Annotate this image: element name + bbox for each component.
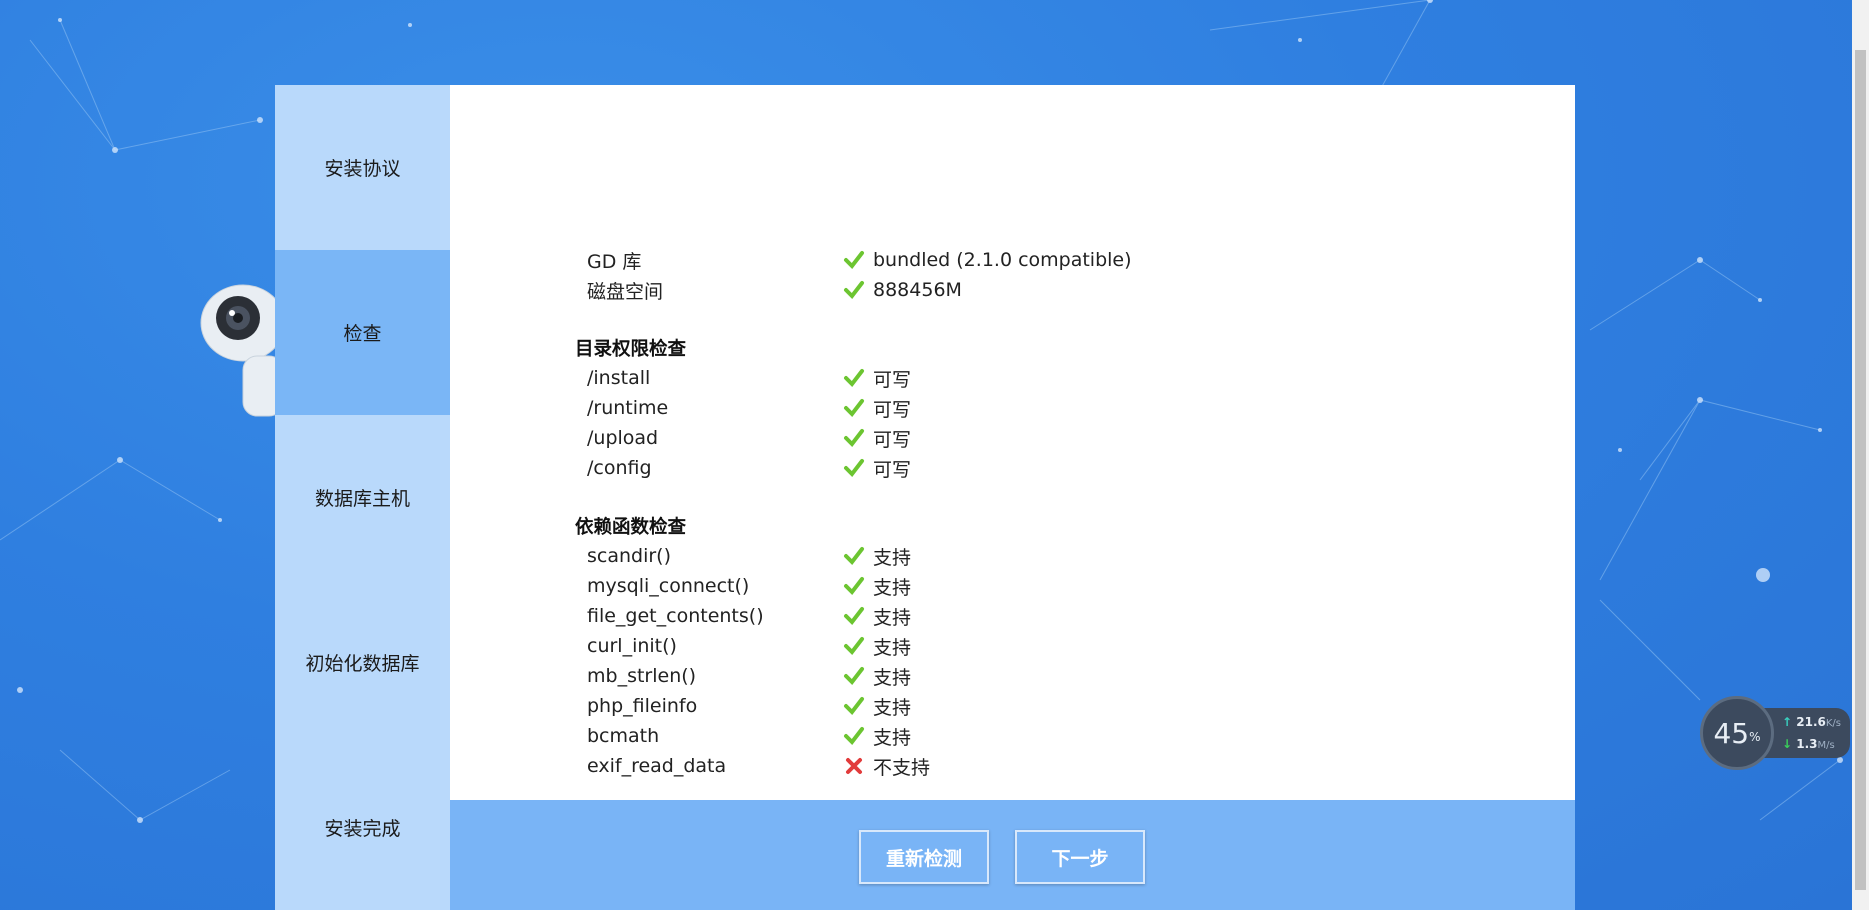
download-unit: M/s — [1817, 740, 1835, 751]
check-name: /config — [587, 457, 652, 479]
check-row: /runtime 可写 — [587, 393, 911, 423]
check-value: 支持 — [873, 636, 912, 659]
check-row: /config 可写 — [587, 453, 911, 483]
check-value: 支持 — [873, 606, 912, 629]
check-row: file_get_contents() 支持 — [587, 601, 911, 631]
next-step-button[interactable]: 下一步 — [1015, 830, 1145, 884]
check-value: 可写 — [873, 368, 912, 391]
section-title-directory: 目录权限检查 — [575, 339, 687, 360]
check-value: 支持 — [873, 666, 912, 689]
memory-usage-gauge: 45% — [1700, 696, 1774, 770]
check-row: mysqli_connect() 支持 — [587, 571, 911, 601]
check-content: GD 库 bundled (2.1.0 compatible) 磁盘空间 888… — [450, 85, 1575, 800]
upload-unit: K/s — [1825, 718, 1841, 729]
sidebar-item-label: 安装协议 — [324, 158, 401, 180]
recheck-button[interactable]: 重新检测 — [859, 830, 989, 884]
check-icon — [844, 727, 864, 746]
check-icon — [844, 251, 864, 270]
check-icon — [844, 281, 864, 300]
step-sidebar: 安装协议 检查 数据库主机 初始化数据库 安装完成 — [275, 85, 450, 910]
check-value: 可写 — [873, 398, 912, 421]
install-panel: 安装协议 检查 数据库主机 初始化数据库 安装完成 GD 库 bundled (… — [275, 85, 1575, 910]
sidebar-item-check[interactable]: 检查 — [275, 250, 450, 415]
check-name: /runtime — [587, 397, 669, 419]
check-row: 磁盘空间 888456M — [587, 275, 962, 305]
check-row: /upload 可写 — [587, 423, 911, 453]
check-name: php_fileinfo — [587, 695, 698, 717]
check-row: bcmath 支持 — [587, 721, 911, 751]
check-icon — [844, 577, 864, 596]
check-icon — [844, 607, 864, 626]
usage-percent-unit: % — [1749, 730, 1761, 744]
check-row: /install 可写 — [587, 363, 911, 393]
check-row: scandir() 支持 — [587, 541, 911, 571]
sidebar-item-label: 检查 — [343, 323, 382, 345]
check-icon — [844, 429, 864, 448]
check-value: 可写 — [873, 428, 912, 451]
check-row: GD 库 bundled (2.1.0 compatible) — [587, 245, 1132, 275]
check-name: 磁盘空间 — [587, 280, 664, 303]
check-value: 支持 — [873, 696, 912, 719]
sidebar-item-label: 安装完成 — [324, 818, 401, 840]
check-value: 可写 — [873, 458, 912, 481]
check-name: file_get_contents() — [587, 605, 764, 627]
check-row: php_fileinfo 支持 — [587, 691, 911, 721]
usage-percent: 45 — [1713, 716, 1750, 750]
sidebar-item-database-host[interactable]: 数据库主机 — [275, 415, 450, 580]
download-arrow-icon: ↓ — [1782, 737, 1793, 751]
check-icon — [844, 637, 864, 656]
check-name: GD 库 — [587, 250, 642, 273]
check-name: scandir() — [587, 545, 672, 567]
check-icon — [844, 667, 864, 686]
check-value: 888456M — [873, 279, 962, 301]
check-icon — [844, 459, 864, 478]
check-name: mysqli_connect() — [587, 575, 750, 597]
check-name: /install — [587, 367, 651, 389]
check-name: exif_read_data — [587, 755, 727, 777]
check-icon — [844, 399, 864, 418]
check-name: bcmath — [587, 725, 660, 747]
download-speed: 1.3 — [1796, 737, 1818, 751]
check-icon — [844, 369, 864, 388]
check-value: 支持 — [873, 726, 912, 749]
sidebar-item-agreement[interactable]: 安装协议 — [275, 85, 450, 250]
cross-icon — [846, 758, 862, 774]
sidebar-item-label: 初始化数据库 — [305, 653, 420, 675]
check-value: 支持 — [873, 546, 912, 569]
sidebar-item-init-database[interactable]: 初始化数据库 — [275, 580, 450, 745]
check-name: curl_init() — [587, 635, 677, 657]
check-row: mb_strlen() 支持 — [587, 661, 911, 691]
check-value: 支持 — [873, 576, 912, 599]
check-row: exif_read_data 不支持 — [587, 751, 930, 781]
action-footer — [450, 800, 1575, 910]
section-title-functions: 依赖函数检查 — [575, 517, 687, 538]
page-scrollbar[interactable] — [1852, 0, 1869, 910]
check-name: /upload — [587, 427, 659, 449]
sidebar-item-complete[interactable]: 安装完成 — [275, 745, 450, 910]
network-speed-widget[interactable]: ↑ 21.6K/s ↓ 1.3M/s 45% — [1700, 696, 1850, 772]
check-name: mb_strlen() — [587, 665, 697, 687]
page-scroll-thumb[interactable] — [1855, 50, 1866, 890]
upload-arrow-icon: ↑ — [1782, 715, 1793, 729]
check-value: bundled (2.1.0 compatible) — [873, 249, 1132, 271]
check-row: curl_init() 支持 — [587, 631, 911, 661]
check-icon — [844, 547, 864, 566]
check-value: 不支持 — [873, 756, 931, 779]
sidebar-item-label: 数据库主机 — [314, 488, 410, 510]
check-icon — [844, 697, 864, 716]
upload-speed: 21.6 — [1796, 715, 1826, 729]
